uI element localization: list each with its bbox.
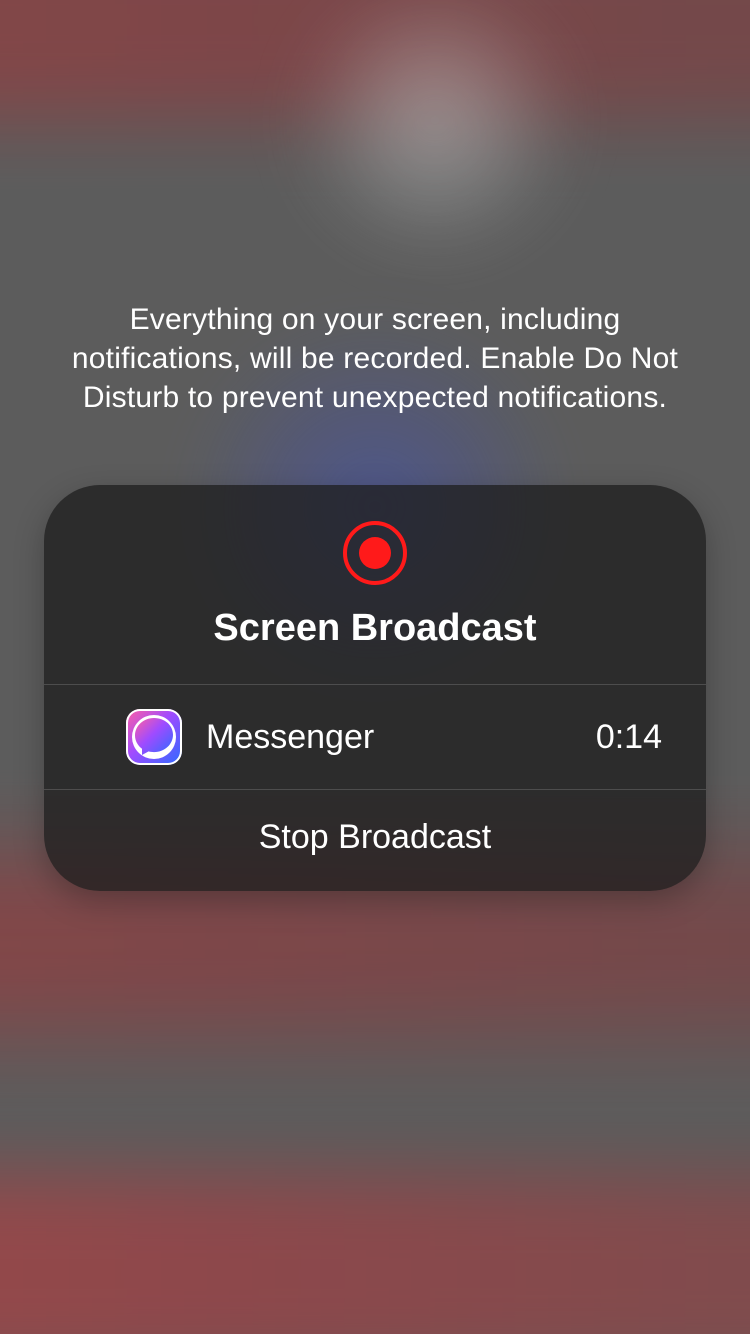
broadcast-target-app-name: Messenger [206,718,572,757]
broadcast-title: Screen Broadcast [213,607,536,650]
broadcast-target-row[interactable]: Messenger 0:14 [44,685,706,789]
record-icon [343,521,407,585]
broadcast-elapsed-time: 0:14 [596,718,662,757]
broadcast-card-header: Screen Broadcast [44,485,706,684]
broadcast-sheet: Everything on your screen, including not… [0,300,750,891]
broadcast-warning-text: Everything on your screen, including not… [44,300,706,417]
record-icon-dot [359,537,391,569]
broadcast-card: Screen Broadcast Me [44,485,706,891]
messenger-app-icon [126,709,182,765]
stop-broadcast-button[interactable]: Stop Broadcast [44,790,706,891]
